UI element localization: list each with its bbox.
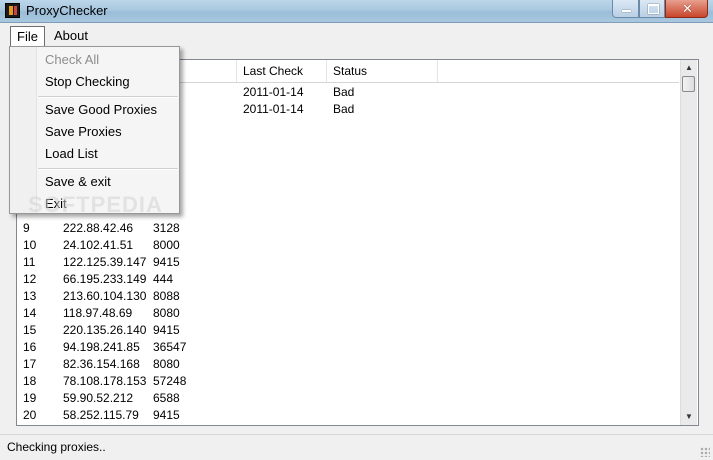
port-cell: 3128 (153, 221, 180, 235)
status-bar: Checking proxies.. (0, 434, 713, 460)
port-cell: 8000 (153, 238, 180, 252)
ip-cell: 222.88.42.46 (63, 221, 134, 235)
ip-cell: 82.36.154.168 (63, 357, 140, 371)
app-icon[interactable] (5, 3, 20, 18)
ip-cell: 94.198.241.85 (63, 340, 140, 354)
scroll-down-icon[interactable]: ▼ (681, 409, 697, 425)
status-text: Checking proxies.. (7, 440, 106, 454)
menu-item-load-list[interactable]: Load List (45, 144, 98, 164)
row-number-cell: 20 (23, 408, 37, 422)
ip-cell: 24.102.41.51 (63, 238, 134, 252)
port-cell: 9415 (153, 255, 180, 269)
scroll-up-icon[interactable]: ▲ (681, 60, 697, 76)
ip-cell: 213.60.104.130 (63, 289, 147, 303)
row-number-cell: 16 (23, 340, 37, 354)
port-cell: 36547 (153, 340, 187, 354)
menu-about[interactable]: About (48, 26, 94, 45)
column-header-status[interactable]: Status (327, 60, 438, 82)
row-number-cell: 19 (23, 391, 37, 405)
menu-item-check-all: Check All (45, 52, 100, 67)
port-cell: 6588 (153, 391, 180, 405)
port-cell: 57248 (153, 374, 187, 388)
ip-cell: 59.90.52.212 (63, 391, 134, 405)
menu-icon-strip (10, 47, 37, 213)
window-title: ProxyChecker (26, 3, 108, 18)
port-cell: 8080 (153, 306, 180, 320)
menu-separator (38, 168, 178, 170)
menu-separator (38, 96, 178, 98)
row-number-cell: 11 (23, 255, 36, 269)
menu-item-save-good-proxies[interactable]: Save Good Proxies (45, 100, 157, 120)
proxychecker-window: ProxyChecker ✕ File About Last Check Sta… (0, 0, 713, 460)
status-cell: Bad (333, 85, 355, 99)
ip-cell: 122.125.39.147 (63, 255, 147, 269)
port-cell: 8088 (153, 289, 180, 303)
scroll-thumb[interactable] (682, 76, 695, 92)
port-cell: 444 (153, 272, 174, 286)
row-number-cell: 18 (23, 374, 37, 388)
resize-grip-icon[interactable] (700, 447, 710, 457)
close-icon: ✕ (682, 1, 693, 16)
row-number-cell: 14 (23, 306, 37, 320)
row-number-cell: 15 (23, 323, 37, 337)
menu-bar: File About (0, 23, 713, 47)
maximize-button[interactable] (639, 0, 665, 18)
menu-item-exit[interactable]: Exit (45, 194, 67, 214)
row-number-cell: 13 (23, 289, 37, 303)
port-cell: 8080 (153, 357, 180, 371)
menu-file[interactable]: File (10, 26, 45, 46)
status-cell: Bad (333, 102, 355, 116)
last-check-cell: 2011-01-14 (243, 85, 304, 99)
maximize-icon (648, 4, 659, 14)
column-header-last-check[interactable]: Last Check (237, 60, 327, 82)
minimize-button[interactable] (612, 0, 639, 18)
last-check-cell: 2011-01-14 (243, 102, 304, 116)
row-number-cell: 10 (23, 238, 37, 252)
title-bar[interactable]: ProxyChecker ✕ (0, 0, 713, 23)
ip-cell: 220.135.26.140 (63, 323, 147, 337)
file-menu-dropdown: Check All Stop Checking Save Good Proxie… (9, 46, 180, 214)
menu-item-stop-checking[interactable]: Stop Checking (45, 72, 130, 92)
ip-cell: 66.195.233.149 (63, 272, 147, 286)
menu-item-save-and-exit[interactable]: Save & exit (45, 172, 111, 192)
port-cell: 9415 (153, 323, 180, 337)
ip-cell: 118.97.48.69 (63, 306, 133, 320)
minimize-icon (622, 10, 631, 12)
row-number-cell: 17 (23, 357, 37, 371)
port-cell: 9415 (153, 408, 180, 422)
close-button[interactable]: ✕ (665, 0, 708, 18)
row-number-cell: 9 (23, 221, 30, 235)
ip-cell: 58.252.115.79 (63, 408, 139, 422)
ip-cell: 78.108.178.153 (63, 374, 147, 388)
vertical-scrollbar[interactable]: ▲ ▼ (680, 60, 697, 425)
menu-item-save-proxies[interactable]: Save Proxies (45, 122, 122, 142)
row-number-cell: 12 (23, 272, 37, 286)
